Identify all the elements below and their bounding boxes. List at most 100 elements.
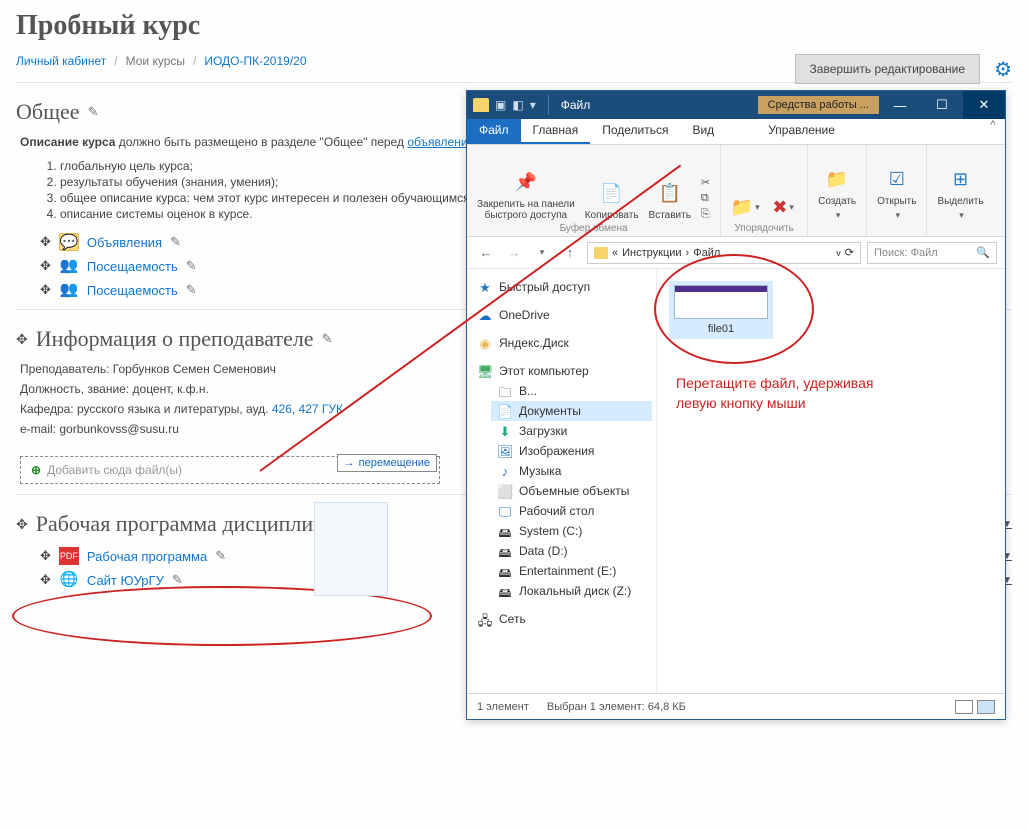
end-editing-button[interactable]: Завершить редактирование [795, 54, 981, 84]
nav-music[interactable]: ♪Музыка [491, 461, 652, 481]
paste-button[interactable]: 📋Вставить [649, 179, 691, 221]
tab-manage[interactable]: Управление [756, 119, 847, 144]
pencil-icon[interactable]: ✎ [186, 258, 197, 274]
maximize-button[interactable]: ☐ [921, 91, 963, 119]
tab-file[interactable]: Файл [467, 119, 521, 144]
nav-downloads[interactable]: ⬇Загрузки [491, 421, 652, 441]
gear-icon[interactable]: ⚙ [994, 57, 1012, 82]
nav-pictures[interactable]: 🖼Изображения [491, 441, 652, 461]
move-icon[interactable]: ✥ [16, 331, 28, 348]
annotation-note: Перетащите файл, удерживаялевую кнопку м… [676, 374, 936, 413]
cut-icon[interactable]: ✂ [701, 176, 710, 189]
move-icon[interactable]: ✥ [40, 282, 51, 298]
open-button[interactable]: ☑Открыть▾ [877, 165, 916, 221]
new-button[interactable]: 📁Создать▾ [818, 165, 856, 221]
nav-3d-objects[interactable]: ⬜Объемные объекты [491, 481, 652, 501]
pencil-icon[interactable]: ✎ [88, 104, 99, 120]
select-button[interactable]: ⊞Выделить▾ [937, 165, 983, 221]
nav-drive-c[interactable]: 🖴System (C:) [491, 521, 652, 541]
nav-onedrive[interactable]: ☁OneDrive [471, 305, 652, 325]
tab-home[interactable]: Главная [521, 119, 591, 144]
details-view-button[interactable] [955, 700, 973, 714]
nav-desktop[interactable]: 🖵Рабочий стол [491, 501, 652, 521]
download-icon: ⬇ [497, 424, 513, 438]
breadcrumb-mycourses: Мои курсы [126, 54, 185, 68]
nav-quick-access[interactable]: ★Быстрый доступ [471, 277, 652, 297]
nav-documents[interactable]: 📄Документы [491, 401, 652, 421]
tab-share[interactable]: Поделиться [590, 119, 680, 144]
nav-drive-d[interactable]: 🖴Data (D:) [491, 541, 652, 561]
nav-yandex-disk[interactable]: ◉Яндекс.Диск [471, 333, 652, 353]
paste-icon: 📋 [656, 179, 684, 207]
move-icon[interactable]: ✥ [40, 548, 51, 564]
qat-props-icon[interactable]: ◧ [512, 98, 523, 112]
pencil-icon[interactable]: ✎ [215, 548, 226, 564]
pencil-icon[interactable]: ✎ [322, 331, 333, 347]
nav-drive-e[interactable]: 🖴Entertainment (E:) [491, 561, 652, 581]
file-item[interactable]: file01 [669, 281, 773, 339]
ribbon-tabs: Файл Главная Поделиться Вид Управление ^ [467, 119, 1005, 145]
file-name: file01 [708, 323, 734, 335]
recent-dropdown[interactable]: ▾ [531, 242, 553, 264]
pencil-icon[interactable]: ✎ [172, 572, 183, 588]
attendance-icon: 👥 [59, 257, 79, 275]
copy-path-icon[interactable]: ⧉ [701, 192, 710, 205]
move-icon[interactable]: ✥ [16, 516, 28, 533]
activity-link[interactable]: Посещаемость [87, 259, 178, 274]
move-icon[interactable]: ✥ [40, 258, 51, 274]
paste-shortcut-icon[interactable]: ⎘ [701, 208, 710, 221]
copy-button[interactable]: 📄Копировать [585, 179, 639, 221]
ribbon: 📌Закрепить на панели быстрого доступа 📄К… [467, 145, 1005, 237]
back-button[interactable]: ← [475, 242, 497, 264]
activity-link[interactable]: Сайт ЮУрГУ [87, 573, 164, 588]
icons-view-button[interactable] [977, 700, 995, 714]
clipboard-small-buttons[interactable]: ✂ ⧉ ⎘ [701, 176, 710, 221]
up-button[interactable]: ↑ [559, 242, 581, 264]
search-field[interactable]: Поиск: Файл 🔍 [867, 242, 997, 264]
activity-link[interactable]: Посещаемость [87, 283, 178, 298]
folder-icon: 🗀 [497, 384, 513, 398]
drag-preview [314, 502, 388, 596]
move-icon[interactable]: ✥ [40, 234, 51, 250]
breadcrumb-sep: / [193, 54, 196, 68]
drive-icon: 🖴 [497, 564, 513, 578]
pencil-icon[interactable]: ✎ [186, 282, 197, 298]
nav-network[interactable]: 🖧Сеть [471, 609, 652, 629]
nav-drive-z[interactable]: 🖴Локальный диск (Z:) [491, 581, 652, 601]
close-button[interactable]: ✕ [963, 91, 1005, 119]
activity-link[interactable]: Рабочая программа [87, 549, 207, 564]
open-icon: ☑ [883, 165, 911, 193]
ribbon-collapse-button[interactable]: ^ [981, 119, 1005, 144]
file-area[interactable]: file01 [657, 269, 1005, 693]
pin-button[interactable]: 📌Закрепить на панели быстрого доступа [477, 168, 575, 221]
qat-dropdown[interactable]: ▾ [530, 98, 536, 112]
file-drop-zone[interactable]: ⊕ Добавить сюда файл(ы) → перемещение [20, 456, 440, 484]
address-field[interactable]: « Инструкции› Файл v ⟳ [587, 242, 861, 264]
breadcrumb-dashboard[interactable]: Личный кабинет [16, 54, 106, 68]
address-bar: ← → ▾ ↑ « Инструкции› Файл v ⟳ Поиск: Фа… [467, 237, 1005, 269]
minimize-button[interactable]: — [879, 91, 921, 119]
delete-button[interactable]: ✖▾ [769, 193, 797, 221]
qat-save-icon[interactable]: ▣ [495, 98, 506, 112]
desktop-icon: 🖵 [497, 504, 513, 518]
tab-view[interactable]: Вид [680, 119, 726, 144]
pencil-icon[interactable]: ✎ [170, 234, 181, 250]
announcements-link[interactable]: объявления [407, 135, 474, 149]
nav-this-pc[interactable]: 🖥Этот компьютер [471, 361, 652, 381]
teacher-name: Горбунков Семен Семенович [113, 362, 276, 376]
forward-button[interactable]: → [503, 242, 525, 264]
move-to-button[interactable]: 📁▾ [731, 193, 759, 221]
nav-item[interactable]: 🗀В... [491, 381, 652, 401]
file-thumbnail [674, 285, 768, 319]
room-link[interactable]: 426, 427 ГУК [272, 402, 343, 416]
breadcrumb-course[interactable]: ИОДО-ПК-2019/20 [204, 54, 306, 68]
drive-icon: 🖴 [497, 524, 513, 538]
contextual-tools-tab[interactable]: Средства работы ... [758, 96, 879, 114]
move-icon[interactable]: ✥ [40, 572, 51, 588]
folder-icon [473, 98, 489, 112]
window-titlebar[interactable]: ▣ ◧ ▾ Файл Средства работы ... — ☐ ✕ [467, 91, 1005, 119]
nav-pane: ★Быстрый доступ ☁OneDrive ◉Яндекс.Диск 🖥… [467, 269, 657, 693]
cloud-icon: ☁ [477, 308, 493, 322]
refresh-icon[interactable]: ⟳ [845, 246, 854, 259]
activity-link[interactable]: Объявления [87, 235, 162, 250]
